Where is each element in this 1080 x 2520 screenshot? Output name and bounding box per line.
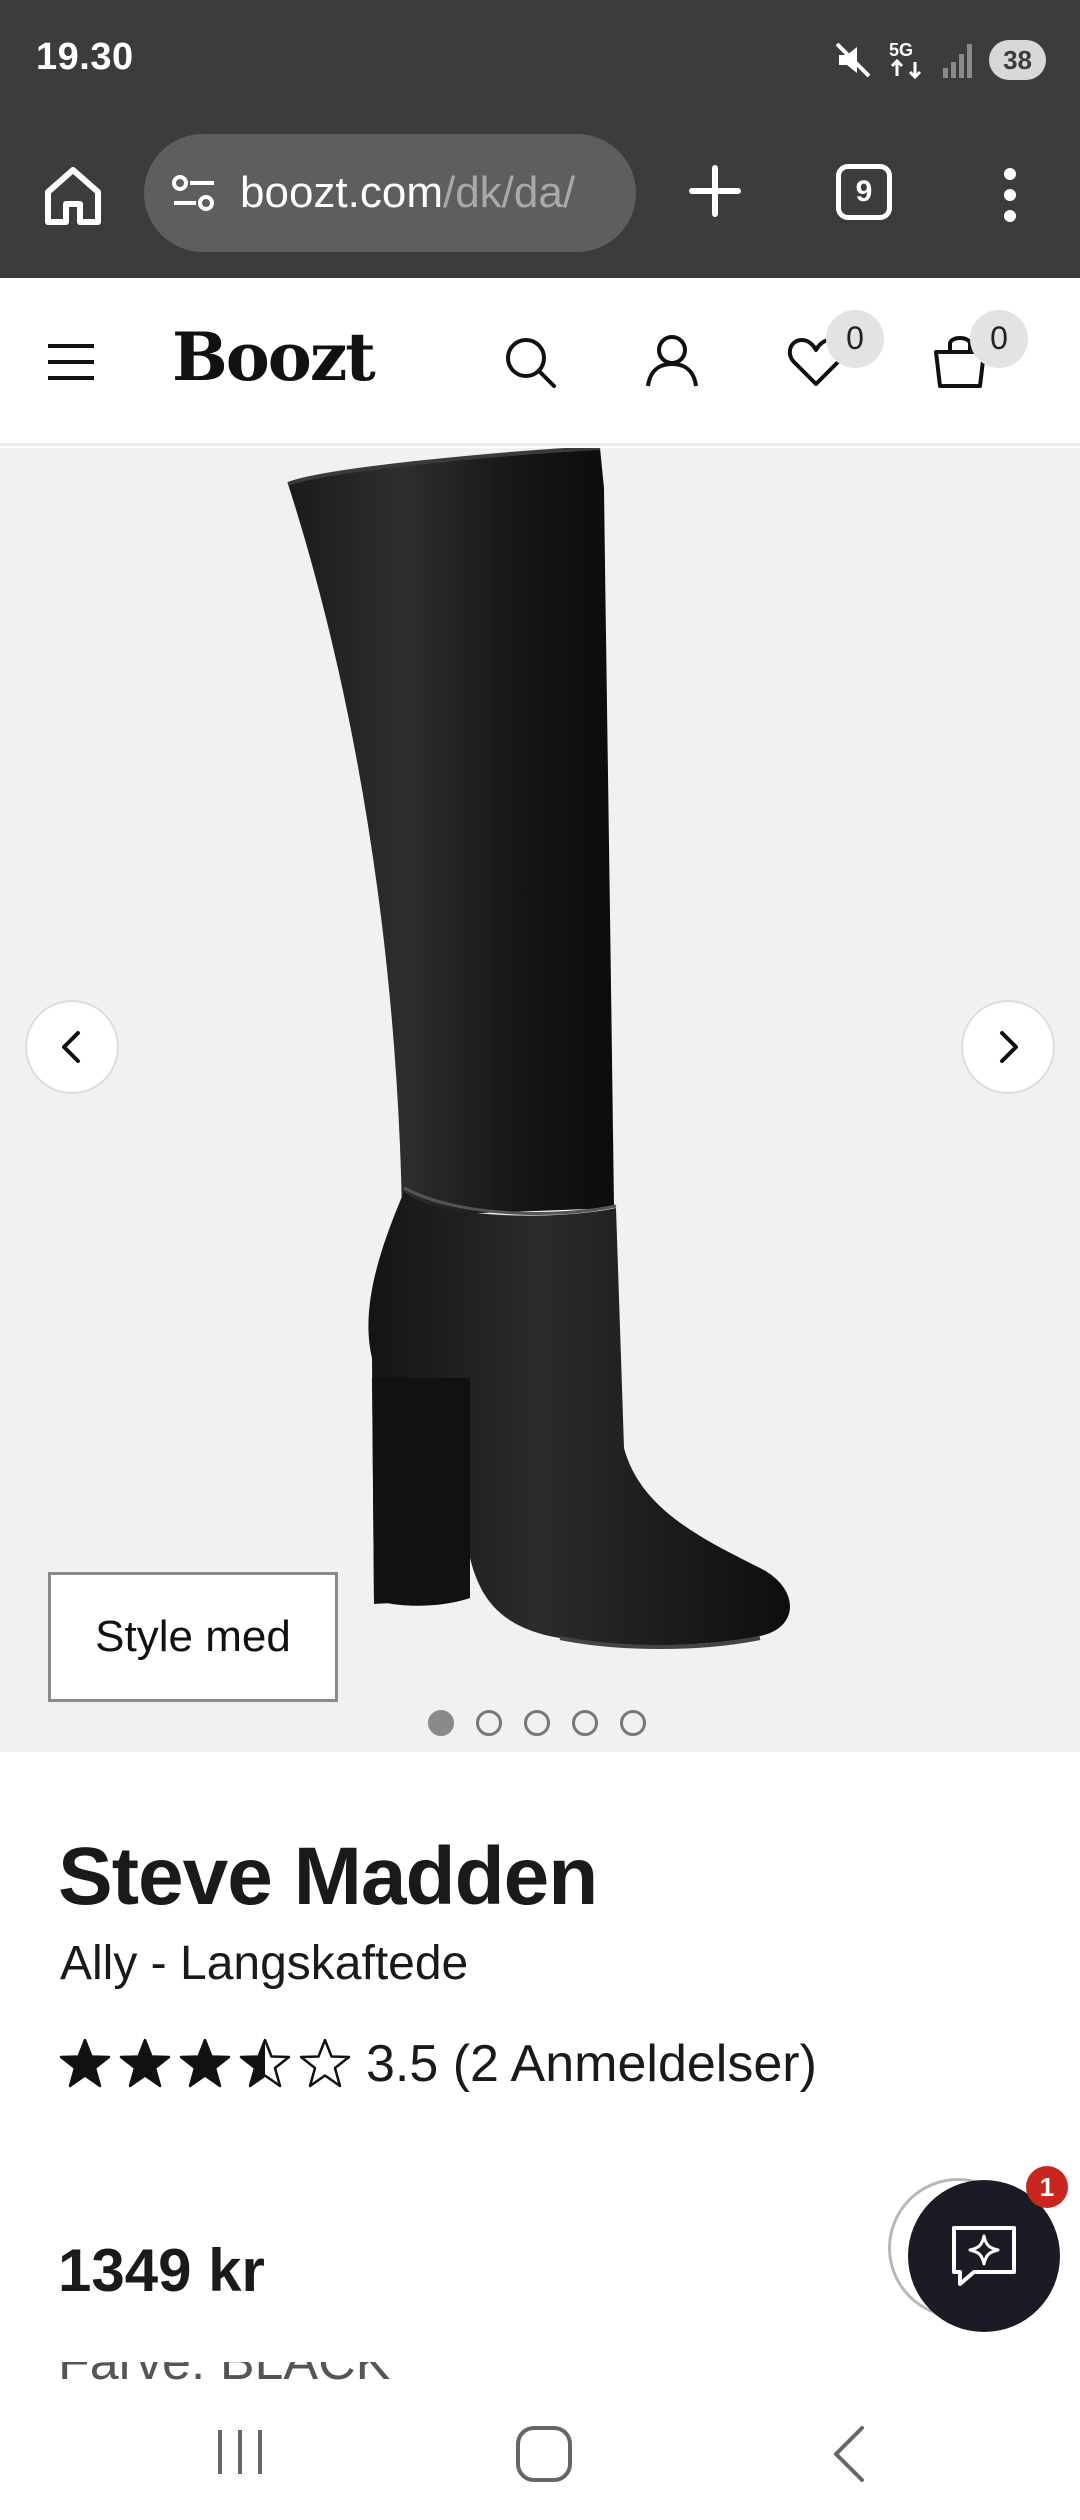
product-gallery[interactable]: Style med — [0, 448, 1080, 1752]
pagination-dot[interactable] — [524, 1710, 550, 1736]
url-text[interactable]: boozt.com/dk/da/ — [240, 168, 575, 218]
menu-icon[interactable] — [46, 340, 96, 384]
chevron-right-icon — [1000, 1031, 1018, 1063]
product-brand[interactable]: Steve Madden — [58, 1830, 598, 1924]
pagination-dot[interactable] — [476, 1710, 502, 1736]
5g-data-icon: 5G — [889, 40, 922, 80]
site-header: Boozt 0 0 — [0, 278, 1080, 446]
chat-sparkle-icon — [952, 2226, 1016, 2286]
pagination-dot[interactable] — [572, 1710, 598, 1736]
back-icon[interactable] — [820, 2422, 880, 2486]
product-price: 1349 kr — [58, 2237, 265, 2304]
status-time: 19.30 — [36, 36, 134, 78]
rating-text: 3.5 (2 Anmeldelser) — [366, 2035, 817, 2093]
recents-icon[interactable] — [210, 2424, 270, 2480]
pagination-dot[interactable] — [428, 1710, 454, 1736]
account-icon[interactable] — [642, 330, 702, 390]
style-with-button[interactable]: Style med — [48, 1572, 338, 1702]
search-icon[interactable] — [500, 332, 560, 392]
product-color-label: Farve: BLACK — [58, 2362, 958, 2386]
star-full-icon — [119, 2038, 171, 2088]
mute-icon — [835, 42, 871, 78]
browser-chrome: 19.30 5G 38 boozt.com/dk/da/ 9 — [0, 0, 1080, 278]
product-image[interactable] — [0, 448, 1080, 1752]
system-nav-bar — [0, 2388, 1080, 2520]
product-rating[interactable]: 3.5 (2 Anmeldelser) — [58, 2034, 817, 2094]
status-icons: 5G 38 — [833, 36, 1046, 84]
product-color: Farve: BLACK — [58, 2362, 958, 2386]
network-label: 5G — [889, 40, 913, 60]
pagination-dot[interactable] — [620, 1710, 646, 1736]
tabs-icon[interactable]: 9 — [836, 164, 892, 220]
chevron-left-icon — [62, 1031, 80, 1063]
site-settings-icon[interactable] — [168, 167, 220, 219]
rating-stars — [58, 2037, 352, 2091]
next-image-button[interactable] — [961, 1000, 1055, 1094]
battery-icon: 38 — [989, 40, 1046, 80]
site-logo[interactable]: Boozt — [172, 318, 376, 396]
home-nav-icon[interactable] — [512, 2422, 576, 2486]
home-icon[interactable] — [38, 160, 108, 230]
chat-notification-badge: 1 — [1026, 2166, 1068, 2208]
url-domain: boozt.com — [240, 168, 443, 217]
wishlist-count-badge: 0 — [826, 310, 884, 368]
cart-count-badge: 0 — [970, 310, 1028, 368]
new-tab-icon[interactable] — [680, 156, 750, 226]
star-full-icon — [179, 2038, 231, 2088]
star-empty-icon — [299, 2038, 351, 2088]
more-menu-icon[interactable] — [980, 160, 1040, 230]
star-full-icon — [59, 2038, 111, 2088]
prev-image-button[interactable] — [25, 1000, 119, 1094]
star-half-icon — [239, 2038, 291, 2088]
product-name: Ally - Langskaftede — [60, 1937, 469, 1990]
gallery-pagination — [428, 1710, 646, 1736]
signal-icon — [943, 44, 973, 78]
url-bar[interactable]: boozt.com/dk/da/ — [144, 134, 636, 252]
url-path: /dk/da/ — [442, 168, 576, 217]
